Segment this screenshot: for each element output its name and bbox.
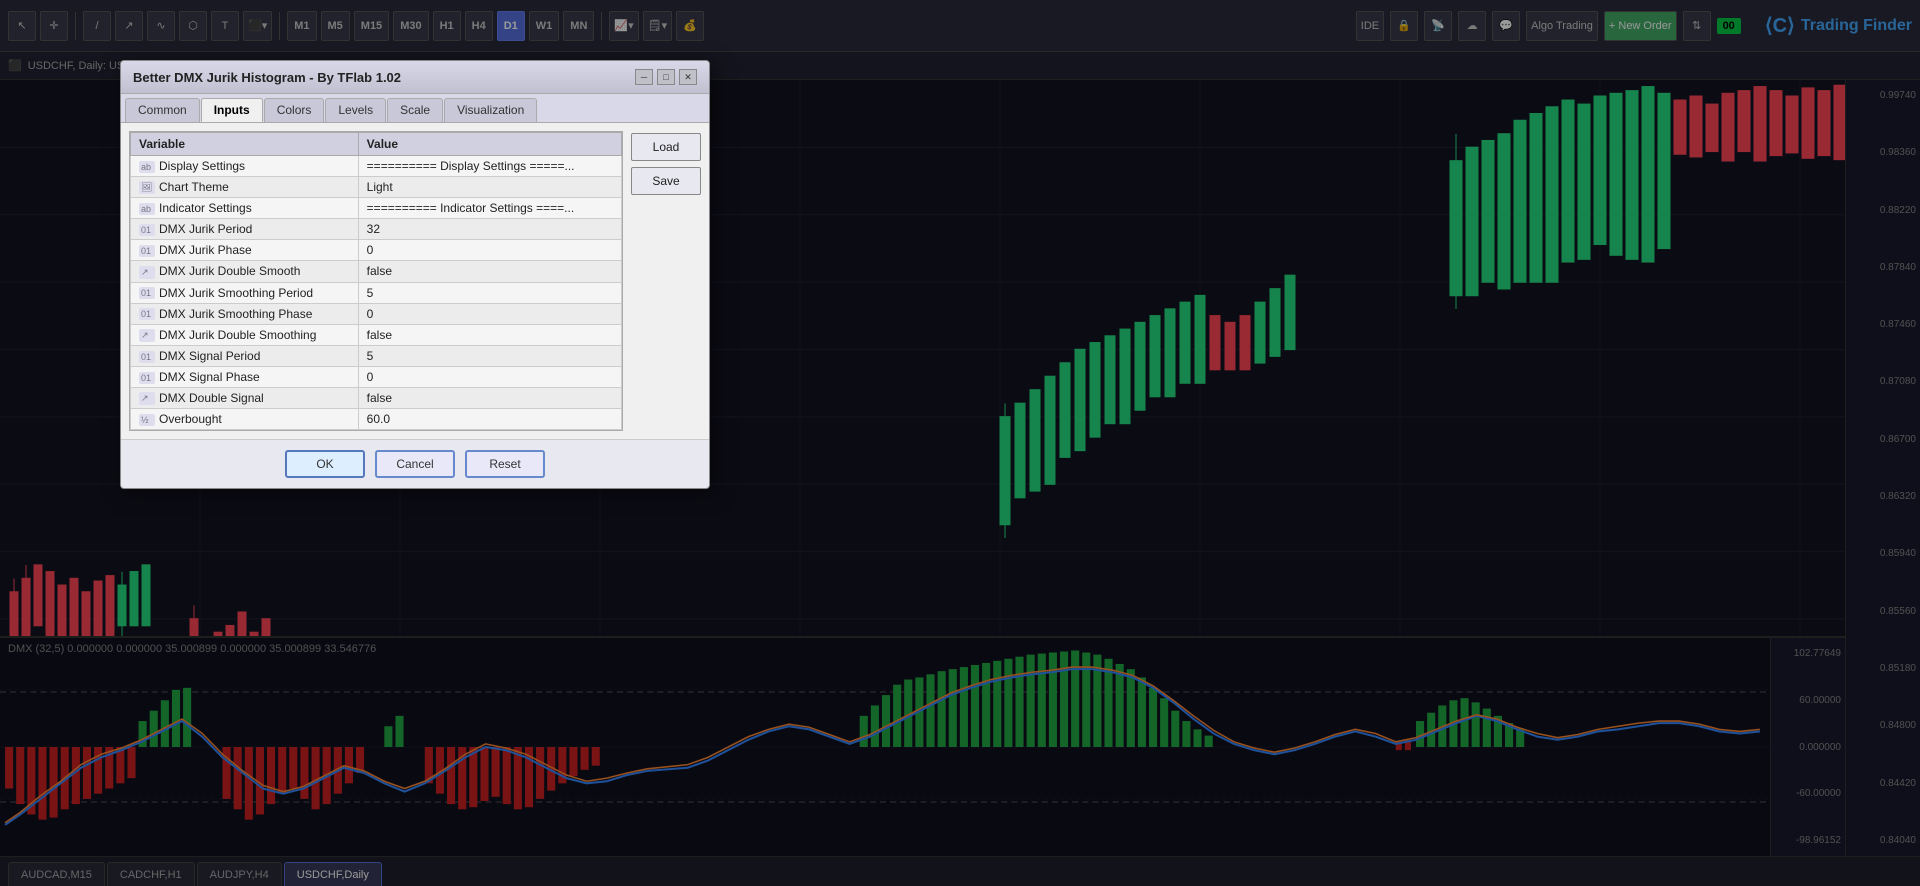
- param-value-cell: 5: [358, 282, 621, 303]
- param-icon: ↗: [139, 392, 155, 405]
- table-row[interactable]: 01DMX Jurik Period32: [131, 219, 622, 240]
- col-variable: Variable: [131, 133, 359, 156]
- modal-titlebar: Better DMX Jurik Histogram - By TFlab 1.…: [121, 61, 709, 94]
- param-value-cell: ========== Display Settings =====...: [358, 156, 621, 177]
- param-value-cell: 0: [358, 240, 621, 261]
- param-name-cell: 01DMX Jurik Phase: [131, 240, 359, 261]
- reset-btn[interactable]: Reset: [465, 450, 545, 478]
- modal-tabs: Common Inputs Colors Levels Scale Visual…: [121, 94, 709, 123]
- tab-visualization[interactable]: Visualization: [444, 98, 537, 122]
- param-value-cell: 5: [358, 345, 621, 366]
- param-icon: ½: [139, 414, 155, 426]
- modal-title: Better DMX Jurik Histogram - By TFlab 1.…: [133, 70, 401, 85]
- param-name-cell: 01DMX Jurik Smoothing Period: [131, 282, 359, 303]
- table-row[interactable]: ↗DMX Jurik Double Smoothingfalse: [131, 324, 622, 345]
- modal-content: Variable Value abDisplay Settings=======…: [121, 123, 709, 439]
- tab-levels[interactable]: Levels: [325, 98, 386, 122]
- close-btn[interactable]: ✕: [679, 69, 697, 85]
- param-value-cell: ========== Indicator Settings ====...: [358, 198, 621, 219]
- param-name-cell: abDisplay Settings: [131, 156, 359, 177]
- param-icon: ab: [139, 161, 155, 173]
- param-icon: 01: [139, 372, 155, 384]
- ok-btn[interactable]: OK: [285, 450, 365, 478]
- tab-common[interactable]: Common: [125, 98, 200, 122]
- param-name-cell: 🖼Chart Theme: [131, 177, 359, 198]
- modal-footer: OK Cancel Reset: [121, 439, 709, 488]
- param-value-cell: false: [358, 387, 621, 408]
- param-value-cell: 0: [358, 303, 621, 324]
- param-value-cell: false: [358, 324, 621, 345]
- param-name-cell: ↗DMX Double Signal: [131, 387, 359, 408]
- load-btn[interactable]: Load: [631, 133, 701, 161]
- param-icon: 01: [139, 308, 155, 320]
- maximize-btn[interactable]: □: [657, 69, 675, 85]
- table-row[interactable]: 01DMX Jurik Smoothing Phase0: [131, 303, 622, 324]
- param-value-cell: -60.0: [358, 430, 621, 431]
- table-row[interactable]: 01DMX Jurik Smoothing Period5: [131, 282, 622, 303]
- table-row[interactable]: ↗DMX Jurik Double Smoothfalse: [131, 261, 622, 282]
- param-name-cell: ½Oversold: [131, 430, 359, 431]
- param-icon: ↗: [139, 266, 155, 279]
- cancel-btn[interactable]: Cancel: [375, 450, 455, 478]
- param-name-cell: ↗DMX Jurik Double Smooth: [131, 261, 359, 282]
- modal-overlay: Better DMX Jurik Histogram - By TFlab 1.…: [0, 0, 1920, 886]
- param-icon: ↗: [139, 329, 155, 342]
- tab-scale[interactable]: Scale: [387, 98, 443, 122]
- table-row[interactable]: 01DMX Jurik Phase0: [131, 240, 622, 261]
- param-name-cell: 01DMX Jurik Smoothing Phase: [131, 303, 359, 324]
- param-value-cell: false: [358, 261, 621, 282]
- param-icon: ab: [139, 203, 155, 215]
- param-name-cell: 01DMX Signal Phase: [131, 366, 359, 387]
- param-value-cell: Light: [358, 177, 621, 198]
- table-row[interactable]: abDisplay Settings========== Display Set…: [131, 156, 622, 177]
- param-name-cell: 01DMX Jurik Period: [131, 219, 359, 240]
- params-table-wrapper: Variable Value abDisplay Settings=======…: [129, 131, 623, 431]
- param-icon: 01: [139, 245, 155, 257]
- param-name-cell: ½Overbought: [131, 409, 359, 430]
- table-row[interactable]: 🖼Chart ThemeLight: [131, 177, 622, 198]
- param-value-cell: 32: [358, 219, 621, 240]
- param-value-cell: 0: [358, 366, 621, 387]
- param-name-cell: abIndicator Settings: [131, 198, 359, 219]
- save-btn[interactable]: Save: [631, 167, 701, 195]
- param-icon: 01: [139, 287, 155, 299]
- param-icon: 01: [139, 224, 155, 236]
- param-icon: 🖼: [139, 181, 155, 194]
- titlebar-controls: ─ □ ✕: [635, 69, 697, 85]
- table-row[interactable]: 01DMX Signal Phase0: [131, 366, 622, 387]
- param-name-cell: ↗DMX Jurik Double Smoothing: [131, 324, 359, 345]
- table-row[interactable]: ↗DMX Double Signalfalse: [131, 387, 622, 408]
- minimize-btn[interactable]: ─: [635, 69, 653, 85]
- modal-dialog: Better DMX Jurik Histogram - By TFlab 1.…: [120, 60, 710, 489]
- param-name-cell: 01DMX Signal Period: [131, 345, 359, 366]
- param-value-cell: 60.0: [358, 409, 621, 430]
- modal-side-buttons: Load Save: [631, 131, 701, 431]
- param-icon: 01: [139, 351, 155, 363]
- tab-inputs[interactable]: Inputs: [201, 98, 263, 122]
- table-row[interactable]: abIndicator Settings========== Indicator…: [131, 198, 622, 219]
- params-tbody: abDisplay Settings========== Display Set…: [131, 156, 622, 432]
- params-scroll-container[interactable]: Variable Value abDisplay Settings=======…: [129, 131, 623, 431]
- table-row[interactable]: ½Oversold-60.0: [131, 430, 622, 431]
- tab-colors[interactable]: Colors: [264, 98, 325, 122]
- col-value: Value: [358, 133, 621, 156]
- params-table: Variable Value abDisplay Settings=======…: [130, 132, 622, 431]
- table-row[interactable]: 01DMX Signal Period5: [131, 345, 622, 366]
- table-row[interactable]: ½Overbought60.0: [131, 409, 622, 430]
